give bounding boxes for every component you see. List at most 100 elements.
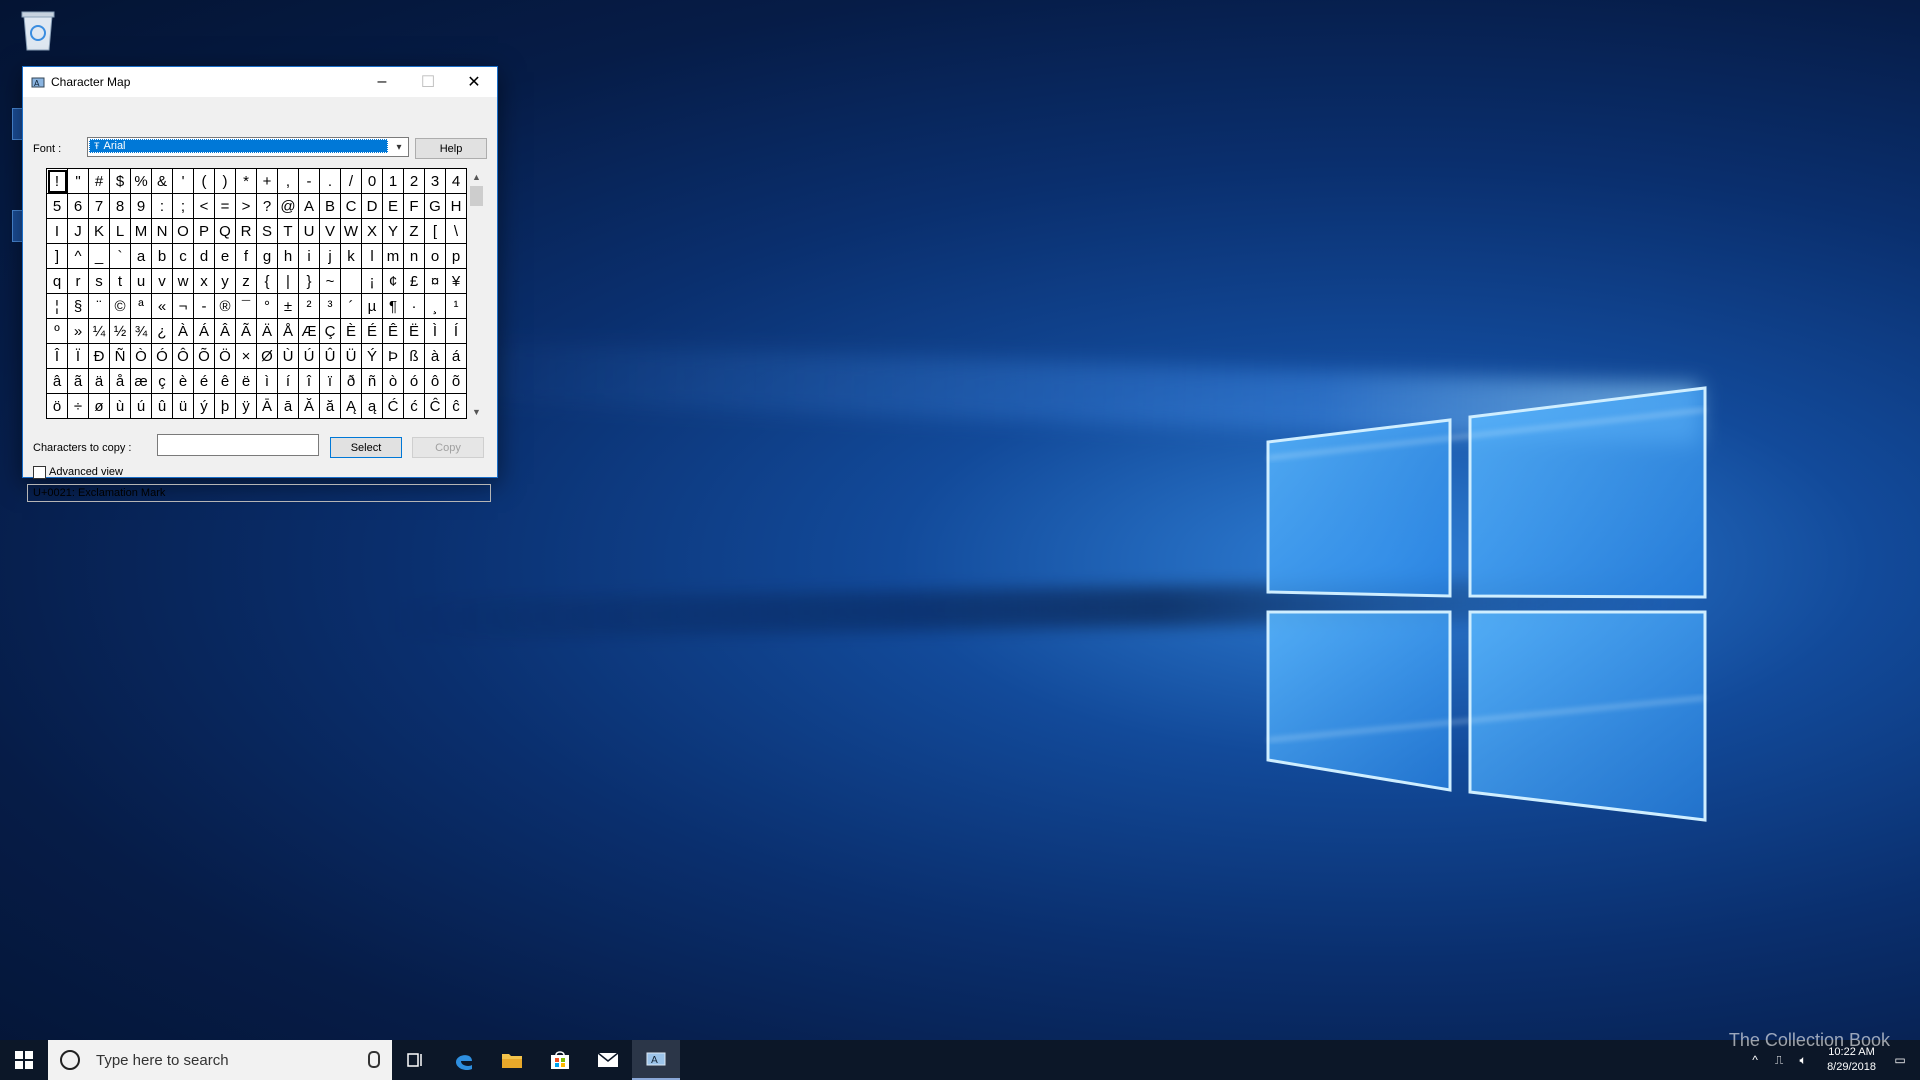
character-cell[interactable]: Y — [383, 219, 404, 244]
character-cell[interactable]: ] — [47, 244, 68, 269]
character-cell[interactable]: x — [194, 269, 215, 294]
character-cell[interactable]: á — [446, 344, 467, 369]
character-cell[interactable]: 5 — [47, 194, 68, 219]
character-cell[interactable]: ê — [215, 369, 236, 394]
character-cell[interactable]: z — [236, 269, 257, 294]
character-map-taskbar-button[interactable]: A — [632, 1040, 680, 1080]
character-cell[interactable]: t — [110, 269, 131, 294]
volume-icon[interactable]: 🔈︎ — [1791, 1053, 1815, 1068]
character-cell[interactable]: Á — [194, 319, 215, 344]
copy-button[interactable]: Copy — [412, 437, 484, 458]
character-cell[interactable]: ý — [194, 394, 215, 419]
character-cell[interactable]: Ü — [341, 344, 362, 369]
character-cell[interactable]: 6 — [68, 194, 89, 219]
character-cell[interactable]: » — [68, 319, 89, 344]
character-cell[interactable]: Ò — [131, 344, 152, 369]
character-cell[interactable]: h — [278, 244, 299, 269]
character-cell[interactable]: { — [257, 269, 278, 294]
character-cell[interactable]: ¹ — [446, 294, 467, 319]
character-cell[interactable]: © — [110, 294, 131, 319]
character-cell[interactable]: Ą — [341, 394, 362, 419]
character-cell[interactable]: v — [152, 269, 173, 294]
character-cell[interactable]: ă — [320, 394, 341, 419]
character-cell[interactable]: % — [131, 169, 152, 194]
character-cell[interactable]: ³ — [320, 294, 341, 319]
character-cell[interactable]: > — [236, 194, 257, 219]
character-cell[interactable]: \ — [446, 219, 467, 244]
task-view-button[interactable] — [392, 1040, 440, 1080]
character-cell[interactable]: î — [299, 369, 320, 394]
character-cell[interactable]: ² — [299, 294, 320, 319]
character-cell[interactable]: Ĉ — [425, 394, 446, 419]
character-cell[interactable]: [ — [425, 219, 446, 244]
character-grid-scrollbar[interactable]: ▲ ▼ — [468, 168, 485, 420]
character-cell[interactable]: Ð — [89, 344, 110, 369]
character-cell[interactable]: Æ — [299, 319, 320, 344]
character-cell[interactable]: Ø — [257, 344, 278, 369]
character-cell[interactable]: P — [194, 219, 215, 244]
character-cell[interactable]: ´ — [341, 294, 362, 319]
character-cell[interactable]: é — [194, 369, 215, 394]
character-cell[interactable]: j — [320, 244, 341, 269]
character-cell[interactable]: ^ — [68, 244, 89, 269]
character-cell[interactable]: q — [47, 269, 68, 294]
character-cell[interactable]: y — [215, 269, 236, 294]
character-cell[interactable]: D — [362, 194, 383, 219]
character-cell[interactable]: È — [341, 319, 362, 344]
character-cell[interactable]: Ā — [257, 394, 278, 419]
action-center-icon[interactable]: ▭ — [1888, 1053, 1912, 1067]
character-cell[interactable]: 2 — [404, 169, 425, 194]
character-cell[interactable]: ù — [110, 394, 131, 419]
character-cell[interactable]: ¬ — [173, 294, 194, 319]
character-cell[interactable]: ø — [89, 394, 110, 419]
character-cell[interactable]: ~ — [320, 269, 341, 294]
character-cell[interactable]: - — [194, 294, 215, 319]
character-cell[interactable]: X — [362, 219, 383, 244]
start-button[interactable] — [0, 1040, 48, 1080]
character-cell[interactable]: | — [278, 269, 299, 294]
character-cell[interactable]: þ — [215, 394, 236, 419]
character-cell[interactable]: } — [299, 269, 320, 294]
character-cell[interactable]: l — [362, 244, 383, 269]
characters-to-copy-input[interactable] — [157, 434, 319, 456]
character-cell[interactable]: ð — [341, 369, 362, 394]
character-cell[interactable]: ª — [131, 294, 152, 319]
character-cell[interactable]: Î — [47, 344, 68, 369]
character-cell[interactable]: < — [194, 194, 215, 219]
character-cell[interactable]: Ç — [320, 319, 341, 344]
character-cell[interactable]: ā — [278, 394, 299, 419]
character-cell[interactable]: J — [68, 219, 89, 244]
character-cell[interactable]: ¿ — [152, 319, 173, 344]
character-cell[interactable]: æ — [131, 369, 152, 394]
character-cell[interactable]: . — [320, 169, 341, 194]
character-cell[interactable]: G — [425, 194, 446, 219]
character-cell[interactable]: e — [215, 244, 236, 269]
character-cell[interactable]: A — [299, 194, 320, 219]
character-cell[interactable]: ¥ — [446, 269, 467, 294]
character-cell[interactable]: F — [404, 194, 425, 219]
character-cell[interactable]: B — [320, 194, 341, 219]
character-cell[interactable]: í — [278, 369, 299, 394]
character-cell[interactable]: å — [110, 369, 131, 394]
character-cell[interactable]: É — [362, 319, 383, 344]
character-cell[interactable]: Ñ — [110, 344, 131, 369]
character-cell[interactable]: ß — [404, 344, 425, 369]
character-cell[interactable]: * — [236, 169, 257, 194]
character-cell[interactable]: : — [152, 194, 173, 219]
character-cell[interactable]: 1 — [383, 169, 404, 194]
character-cell[interactable]: ` — [110, 244, 131, 269]
character-cell[interactable]: ą — [362, 394, 383, 419]
maximize-button[interactable]: ☐ — [405, 67, 451, 97]
character-cell[interactable]: w — [173, 269, 194, 294]
character-cell[interactable]: Ë — [404, 319, 425, 344]
character-cell[interactable]: ã — [68, 369, 89, 394]
character-cell[interactable]: g — [257, 244, 278, 269]
character-cell[interactable]: n — [404, 244, 425, 269]
microphone-icon[interactable] — [368, 1051, 380, 1068]
character-cell[interactable]: p — [446, 244, 467, 269]
character-cell[interactable]: ° — [257, 294, 278, 319]
advanced-view-checkbox[interactable] — [33, 466, 46, 479]
character-cell[interactable]: 8 — [110, 194, 131, 219]
scroll-up-icon[interactable]: ▲ — [468, 168, 485, 185]
character-cell[interactable]: , — [278, 169, 299, 194]
